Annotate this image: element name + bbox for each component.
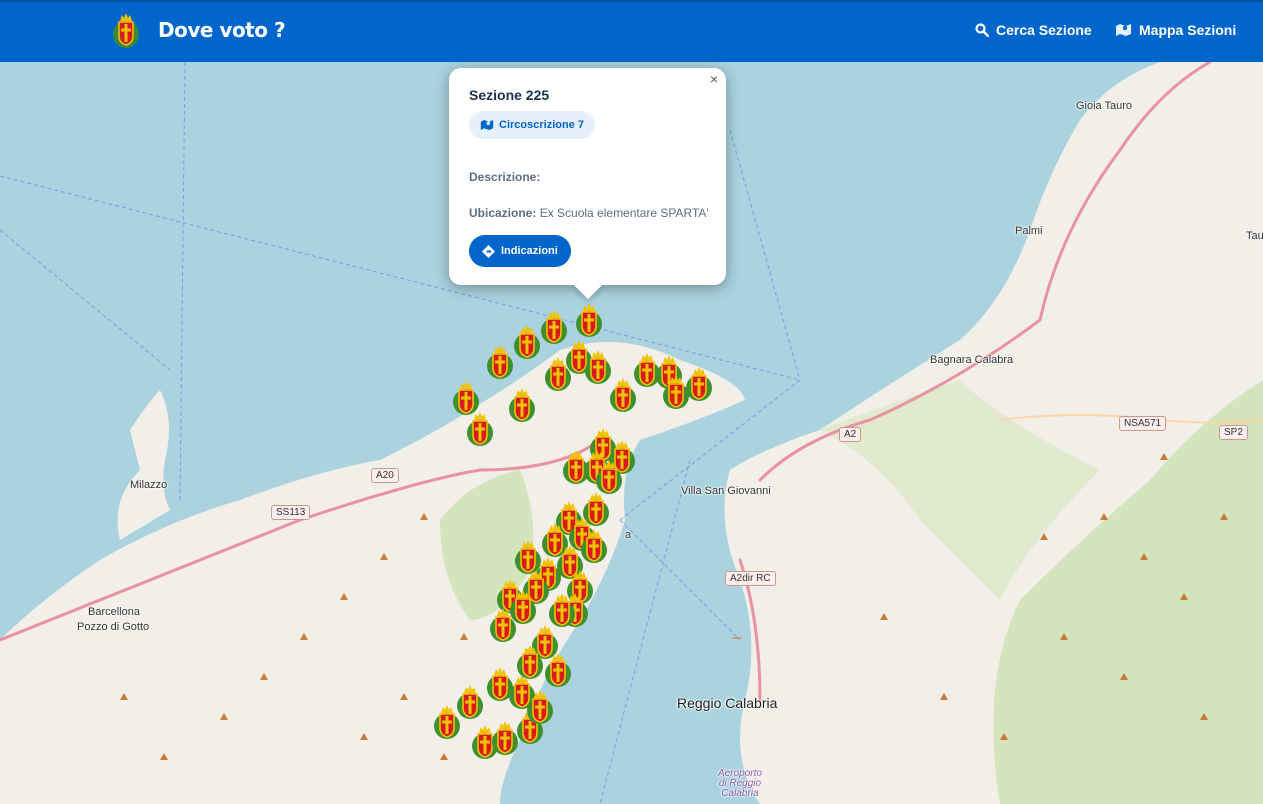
- road-shield-a2dir-rc-1: A2dir RC: [725, 571, 776, 586]
- road-shield-a2dir-rc-2: [732, 637, 742, 639]
- place-reggio-calabria: Reggio Calabria: [677, 695, 778, 711]
- search-icon: [975, 23, 989, 37]
- place-palmi: Palmi: [1015, 225, 1043, 237]
- polling-station-marker[interactable]: [512, 322, 542, 362]
- circoscrizione-badge: Circoscrizione 7: [469, 111, 595, 139]
- badge-label: Circoscrizione 7: [499, 119, 584, 131]
- location-value: Ex Scuola elementare SPARTA': [539, 206, 709, 220]
- directions-icon: [482, 244, 495, 258]
- polling-station-marker[interactable]: [525, 687, 555, 727]
- location-row: Ubicazione: Ex Scuola elementare SPARTA': [469, 206, 709, 220]
- nav-search-label: Cerca Sezione: [996, 22, 1092, 38]
- nav-search-sezione[interactable]: Cerca Sezione: [975, 22, 1092, 38]
- nav-map-label: Mappa Sezioni: [1139, 22, 1237, 38]
- place-barcellona: Barcellona: [88, 606, 140, 618]
- popup-title: Sezione 225: [469, 87, 550, 103]
- road-shield-nsa571: NSA571: [1119, 416, 1167, 431]
- map-icon: [1116, 24, 1131, 36]
- road-shield-a20: A20: [371, 468, 399, 483]
- polling-station-marker[interactable]: [543, 650, 573, 690]
- place-bagnara: Bagnara Calabra: [930, 354, 1014, 366]
- map-icon: [480, 120, 494, 130]
- polling-station-marker[interactable]: [543, 354, 573, 394]
- app-title: Dove voto ?: [158, 18, 286, 42]
- polling-station-marker[interactable]: [574, 300, 604, 340]
- description-row: Descrizione:: [469, 170, 540, 184]
- place-messina-fragment: a: [625, 529, 632, 541]
- place-villa-san-giovanni: Villa San Giovanni: [681, 485, 771, 497]
- place-airport: Aeroporto di Reggio Calabria: [718, 768, 762, 799]
- directions-button[interactable]: Indicazioni: [469, 235, 571, 267]
- place-tau: Tau: [1246, 230, 1263, 242]
- top-navbar: Dove voto ? Cerca Sezione Mappa Sezioni: [0, 0, 1263, 62]
- road-shield-ss113: SS113: [271, 505, 311, 520]
- place-gioia-tauro: Gioia Tauro: [1076, 100, 1133, 112]
- road-shield-sp2: SP2: [1219, 425, 1248, 440]
- section-popup: × Sezione 225 Circoscrizione 7 Descrizio…: [449, 68, 726, 300]
- polling-station-marker[interactable]: [432, 702, 462, 742]
- place-milazzo: Milazzo: [130, 479, 168, 491]
- polling-station-marker[interactable]: [485, 342, 515, 382]
- nav-mappa-sezioni[interactable]: Mappa Sezioni: [1115, 22, 1236, 38]
- road-shield-a2: A2: [839, 427, 862, 442]
- place-pozzo-di-gotto: Pozzo di Gotto: [77, 621, 150, 633]
- popup-close-button[interactable]: ×: [710, 71, 718, 87]
- coat-of-arms-logo: [113, 13, 139, 48]
- directions-label: Indicazioni: [501, 245, 558, 257]
- polling-station-marker[interactable]: [488, 605, 518, 645]
- polling-station-marker[interactable]: [465, 409, 495, 449]
- polling-station-marker[interactable]: [684, 364, 714, 404]
- polling-station-marker[interactable]: [507, 385, 537, 425]
- brand[interactable]: Dove voto ?: [112, 10, 286, 50]
- location-label: Ubicazione:: [469, 206, 537, 220]
- description-label: Descrizione:: [469, 170, 541, 184]
